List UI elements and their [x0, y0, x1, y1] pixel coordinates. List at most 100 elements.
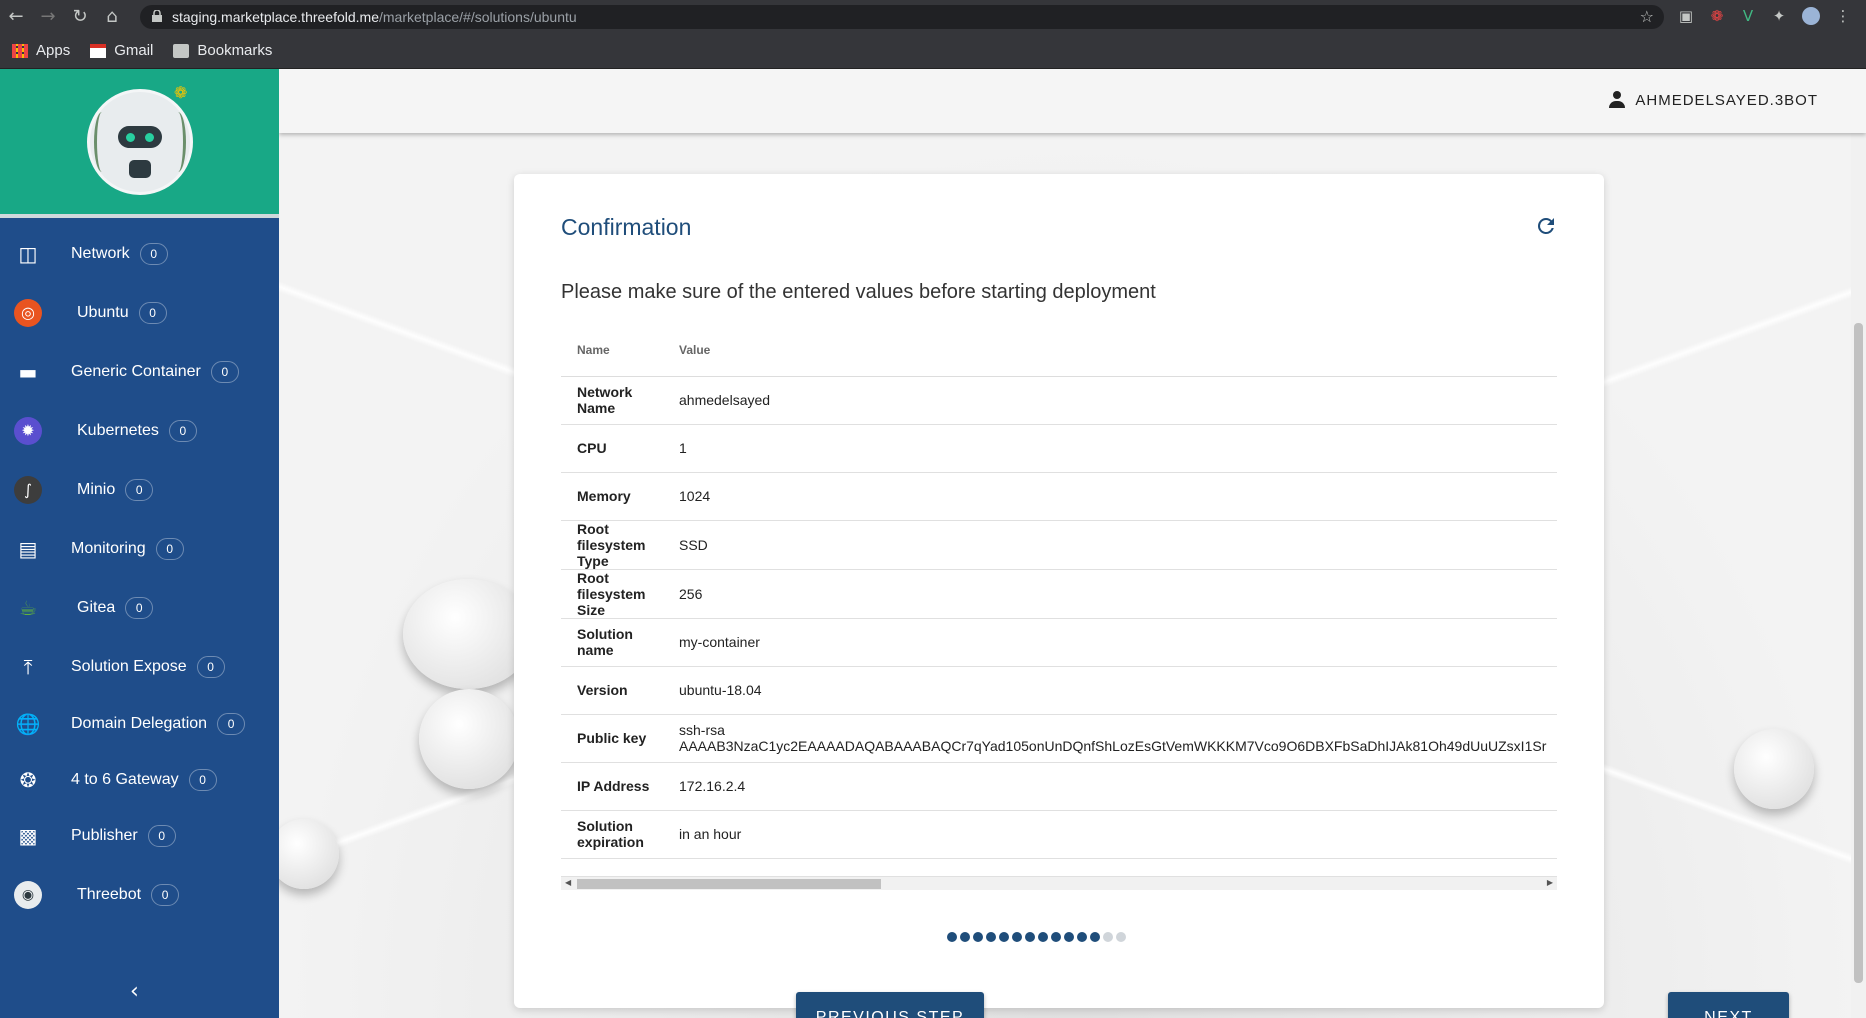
table-row: Root filesystem Size 256 — [561, 569, 1557, 619]
table-row: Public key ssh-rsa AAAAB3NzaC1yc2EAAAADAQA… — [561, 714, 1557, 763]
scrollbar-thumb[interactable] — [577, 879, 881, 889]
sidebar-item-minio[interactable]: ∫ Minio 0 — [0, 460, 279, 519]
next-button[interactable]: NEXT — [1668, 992, 1789, 1018]
step-dot — [986, 932, 996, 942]
public-key-data: AAAAB3NzaC1yc2EAAAADAQABAAABAQCr7qYad105… — [679, 738, 1547, 754]
count-badge: 0 — [196, 655, 225, 678]
computer-icon: ◫ — [18, 241, 38, 266]
forward-icon[interactable]: → — [32, 0, 64, 33]
table-horizontal-scrollbar[interactable]: ◀ ▶ — [561, 876, 1557, 890]
background-robot-decoration — [1734, 729, 1814, 809]
confirmation-instructions: Please make sure of the entered values b… — [561, 281, 1156, 303]
sidebar-item-4-to-6-gateway[interactable]: ❂ 4 to 6 Gateway 0 — [0, 752, 279, 808]
home-icon[interactable]: ⌂ — [96, 0, 128, 33]
values-table-container: Name Value Network Name ahmedelsayed CPU 1… — [561, 324, 1557, 864]
sidebar-item-ubuntu[interactable]: ◎ Ubuntu 0 — [0, 283, 279, 342]
sidebar-item-gitea[interactable]: ☕ Gitea 0 — [0, 578, 279, 637]
table-row: Memory 1024 — [561, 472, 1557, 521]
qr-icon[interactable]: ▣ — [1677, 7, 1695, 25]
threebot-icon: ◉ — [14, 880, 42, 909]
row-name: Public key — [561, 714, 663, 763]
sidebar-item-generic-container[interactable]: ▬ Generic Container 0 — [0, 342, 279, 401]
scroll-left-arrow-icon[interactable]: ◀ — [565, 878, 571, 887]
reload-icon[interactable]: ↻ — [64, 0, 96, 33]
sidebar-item-label: Domain Delegation 0 — [71, 713, 246, 735]
row-name: IP Address — [561, 762, 663, 811]
sidebar-item-kubernetes[interactable]: ✹ Kubernetes 0 — [0, 401, 279, 460]
step-dot — [973, 932, 983, 942]
refresh-icon[interactable] — [1534, 214, 1558, 238]
profile-avatar-icon[interactable] — [1802, 7, 1820, 25]
laurel-left-icon — [93, 111, 110, 172]
row-name: Network Name — [561, 376, 663, 425]
row-value: ssh-rsa AAAAB3NzaC1yc2EAAAADAQABAAABAQCr7… — [663, 714, 1557, 763]
minio-icon: ∫ — [14, 475, 42, 504]
back-icon[interactable]: ← — [0, 0, 32, 33]
threefold-bot-logo[interactable] — [86, 88, 193, 195]
robot-visor-icon — [117, 125, 162, 148]
scrollbar-thumb[interactable] — [1854, 323, 1863, 983]
row-value: 256 — [663, 569, 1557, 619]
top-app-bar: AHMEDELSAYED.3BOT — [279, 69, 1866, 133]
gitea-icon: ☕ — [19, 595, 37, 620]
sidebar-item-threebot[interactable]: ◉ Threebot 0 — [0, 864, 279, 925]
bookmark-star-icon[interactable]: ☆ — [1640, 7, 1654, 26]
count-badge: 0 — [125, 478, 154, 501]
bookmark-label: Gmail — [114, 42, 154, 59]
table-header-row: Name Value — [561, 324, 1557, 377]
count-badge: 0 — [151, 883, 180, 906]
step-dot — [1077, 932, 1087, 942]
row-name: Version — [561, 666, 663, 715]
sidebar-item-label: Monitoring 0 — [71, 537, 184, 560]
sidebar-item-network[interactable]: ◫ Network 0 — [0, 224, 279, 283]
table-row: Version ubuntu-18.04 — [561, 666, 1557, 715]
folder-icon: ▬ — [18, 359, 38, 384]
gateway-icon: ❂ — [19, 768, 37, 792]
solutions-nav: ◫ Network 0 ◎ Ubuntu 0 ▬ Generic Container… — [0, 214, 279, 925]
username: AHMEDELSAYED.3BOT — [1635, 91, 1818, 109]
label-text: Monitoring — [71, 539, 146, 557]
row-name: CPU — [561, 424, 663, 473]
row-value: 1 — [663, 424, 1557, 473]
table-row: Solution expiration in an hour — [561, 810, 1557, 859]
bookmark-folder[interactable]: Bookmarks — [173, 42, 272, 59]
sidebar-item-domain-delegation[interactable]: 🌐 Domain Delegation 0 — [0, 696, 279, 752]
browser-toolbar: ← → ↻ ⌂ staging.marketplace.threefold.me… — [0, 0, 1866, 33]
web-icon: ▩ — [18, 824, 38, 848]
step-dot — [1090, 932, 1100, 942]
sidebar-item-label: Kubernetes 0 — [77, 419, 197, 442]
bookmark-gmail[interactable]: Gmail — [90, 42, 153, 59]
step-dot — [947, 932, 957, 942]
bookmark-apps[interactable]: Apps — [12, 42, 70, 59]
label-text: Kubernetes — [77, 421, 159, 439]
extensions-puzzle-icon[interactable]: ✦ — [1770, 7, 1788, 25]
label-text: Gitea — [77, 598, 116, 616]
scroll-right-arrow-icon[interactable]: ▶ — [1547, 878, 1553, 887]
browser-menu-icon[interactable]: ⋮ — [1834, 7, 1852, 25]
previous-step-button[interactable]: PREVIOUS STEP — [796, 992, 984, 1018]
address-bar[interactable]: staging.marketplace.threefold.me/marketp… — [140, 5, 1664, 29]
table-row: IP Address 172.16.2.4 — [561, 762, 1557, 811]
vue-devtools-icon[interactable]: V — [1739, 7, 1757, 25]
laurel-right-icon — [170, 111, 186, 172]
monitor-icon: ▤ — [18, 536, 38, 561]
sidebar-item-monitoring[interactable]: ▤ Monitoring 0 — [0, 519, 279, 578]
bookmarks-bar: Apps Gmail Bookmarks — [0, 33, 1866, 69]
kubernetes-icon: ✹ — [14, 416, 42, 445]
sidebar-item-publisher[interactable]: ▩ Publisher 0 — [0, 808, 279, 864]
sidebar-item-solution-expose[interactable]: ⤒ Solution Expose 0 — [0, 637, 279, 696]
step-dot — [999, 932, 1009, 942]
row-value: ahmedelsayed — [663, 376, 1557, 425]
row-value: 172.16.2.4 — [663, 762, 1557, 811]
sidebar-item-label: 4 to 6 Gateway 0 — [71, 769, 217, 791]
row-value: 1024 — [663, 472, 1557, 521]
sidebar-item-label: Network 0 — [71, 242, 168, 265]
user-menu[interactable]: AHMEDELSAYED.3BOT — [1609, 91, 1818, 109]
color-extension-icon[interactable]: ❁ — [1708, 7, 1726, 25]
page-vertical-scrollbar[interactable] — [1851, 133, 1866, 1018]
row-name: Solution name — [561, 618, 663, 667]
column-header-value: Value — [663, 324, 1557, 377]
confirmation-card: Confirmation Please make sure of the ent… — [514, 174, 1789, 1018]
collapse-sidebar-chevron-icon[interactable]: ‹ — [130, 979, 139, 1004]
apps-grid-icon — [12, 43, 28, 58]
